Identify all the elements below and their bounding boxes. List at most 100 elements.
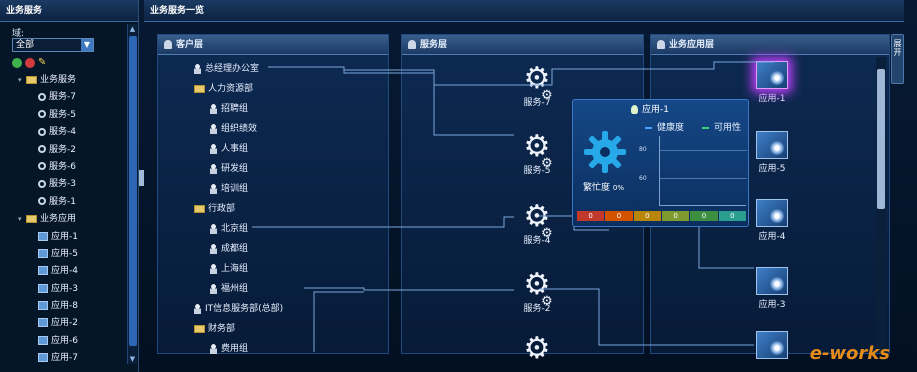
user-icon [210, 243, 217, 254]
tree-item-label: 服务-6 [49, 161, 76, 172]
remove-icon[interactable] [25, 58, 35, 68]
tree-item[interactable]: 服务-5 [14, 107, 129, 124]
customer-node-label: 组织绩效 [221, 124, 258, 134]
tree-item[interactable]: 服务-3 [14, 176, 129, 193]
user-icon [210, 163, 217, 174]
app-node[interactable]: 应用-4 [747, 199, 797, 242]
tick-80: 80 [639, 146, 647, 153]
app-node[interactable]: 应用-3 [747, 267, 797, 310]
tree-item[interactable]: 应用-8 [14, 298, 129, 315]
main-title: 业务服务一览 [144, 0, 904, 22]
app-layer-icon [657, 40, 665, 49]
customer-node[interactable]: 人力资源部 [194, 79, 253, 99]
customer-node[interactable]: 招聘组 [210, 99, 248, 119]
tree-item[interactable]: 应用-2 [14, 315, 129, 332]
customer-node[interactable]: 组织绩效 [210, 119, 257, 139]
service-node[interactable]: ⚙ [507, 333, 567, 365]
customer-node-label: 人力资源部 [208, 84, 254, 94]
tree-item[interactable]: 应用-4 [14, 263, 129, 280]
customer-node[interactable]: IT信息服务部(总部) [194, 299, 283, 319]
tree-item[interactable]: 服务-4 [14, 124, 129, 141]
service-node[interactable]: ⚙ ⚙ 服务-4 [507, 199, 567, 247]
status-count: 0 [718, 211, 747, 221]
customer-layer-column: 客户层 总经理办公室 人力资源部 招聘组 组织绩效 人事组 研发组 培训组 行政部 北京组 成都组… [157, 34, 389, 354]
collapse-toggle-icon[interactable]: ▾ [18, 72, 26, 89]
customer-node[interactable]: 研发组 [210, 159, 248, 179]
app-scroll-thumb[interactable] [877, 69, 885, 209]
user-icon [194, 303, 201, 314]
user-icon [210, 283, 217, 294]
domain-select[interactable]: 全部 ▼ [12, 38, 94, 52]
application-icon [38, 231, 48, 241]
customer-node[interactable]: 财务部 [194, 319, 235, 339]
customer-node[interactable]: 人事组 [210, 139, 248, 159]
legend-avail-swatch [702, 126, 710, 129]
service-search-icon [38, 127, 46, 136]
customer-node-label: 培训组 [221, 184, 249, 194]
application-icon [38, 248, 48, 258]
lightbulb-icon [631, 105, 638, 114]
scroll-up-icon[interactable]: ▲ [128, 24, 137, 34]
popup-title-text: 应用-1 [642, 105, 669, 115]
popup-legend: 健康度 可用性 [645, 120, 741, 133]
tree-item[interactable]: 服务-7 [14, 89, 129, 106]
chevron-down-icon[interactable]: ▼ [81, 39, 93, 51]
service-node[interactable]: ⚙ ⚙ 服务-2 [507, 269, 567, 315]
tree-item[interactable]: 应用-3 [14, 281, 129, 298]
customer-node-label: 财务部 [208, 324, 236, 334]
user-icon [210, 143, 217, 154]
busy-value: 0% [612, 184, 624, 192]
app-node-label: 应用-1 [758, 94, 786, 104]
application-icon [38, 283, 48, 293]
app-node[interactable]: 应用-1 [747, 61, 797, 104]
application-icon [756, 267, 788, 295]
tree-item[interactable]: 服务-2 [14, 142, 129, 159]
tree-item[interactable]: 服务-6 [14, 159, 129, 176]
customer-node-label: 福州组 [221, 284, 249, 294]
tree-item-label: 业务应用 [40, 214, 77, 225]
app-node[interactable]: 应用-5 [747, 131, 797, 174]
tree-item-label: 服务-7 [49, 92, 76, 103]
tree-folder[interactable]: ▾ 业务服务 [14, 72, 129, 89]
service-node[interactable]: ⚙ ⚙ 服务-7 [507, 63, 567, 109]
service-icon [408, 40, 416, 49]
application-icon [38, 318, 48, 328]
customer-node[interactable]: 北京组 [210, 219, 248, 239]
customer-node[interactable]: 总经理办公室 [194, 59, 259, 79]
application-icon [756, 199, 788, 227]
customer-node[interactable]: 上海组 [210, 259, 248, 279]
tree-item-label: 应用-8 [51, 301, 78, 312]
customer-node[interactable]: 费用组 [210, 339, 248, 359]
tree-item-label: 业务服务 [40, 75, 77, 85]
customer-node[interactable]: 行政部 [194, 199, 235, 219]
customer-node-label: IT信息服务部(总部) [205, 304, 284, 314]
tree-folder[interactable]: ▾ 业务应用 [14, 211, 129, 228]
edit-pencil-icon[interactable]: ✎ [38, 58, 46, 68]
gridline [660, 178, 747, 179]
application-icon [38, 266, 48, 276]
customer-node[interactable]: 福州组 [210, 279, 248, 299]
expand-side-tab[interactable]: 展开 [891, 34, 904, 84]
service-node-label: 服务-5 [523, 166, 551, 176]
add-icon[interactable] [12, 58, 22, 68]
tree-item-label: 服务-5 [49, 109, 76, 120]
service-node[interactable]: ⚙ ⚙ 服务-5 [507, 131, 567, 177]
tree-item[interactable]: 应用-6 [14, 333, 129, 350]
customer-node-label: 招聘组 [221, 104, 249, 114]
tree-item[interactable]: 服务-1 [14, 194, 129, 211]
gear-icon: ⚙ ⚙ [523, 199, 553, 242]
folder-icon [26, 214, 37, 223]
tree-item[interactable]: 应用-7 [14, 350, 129, 367]
customer-node[interactable]: 成都组 [210, 239, 248, 259]
tree-item[interactable]: 应用-1 [14, 229, 129, 246]
tree-item[interactable]: 应用-5 [14, 246, 129, 263]
app-node[interactable] [747, 331, 797, 359]
tree-scrollbar[interactable]: ▲ ▼ [127, 24, 137, 364]
customer-node[interactable]: 培训组 [210, 179, 248, 199]
app-scrollbar[interactable] [876, 57, 886, 353]
tree-toolbar: ✎ [12, 58, 46, 68]
scroll-thumb[interactable] [129, 36, 137, 346]
collapse-toggle-icon[interactable]: ▾ [18, 211, 26, 228]
app-layer-header: 业务应用层 [651, 35, 889, 55]
scroll-down-icon[interactable]: ▼ [128, 354, 137, 364]
